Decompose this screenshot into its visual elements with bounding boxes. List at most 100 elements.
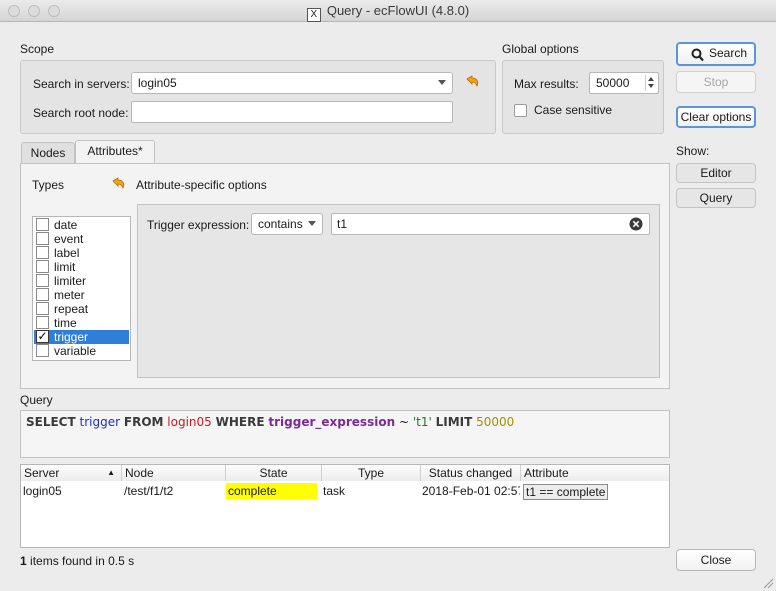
show-query-button[interactable]: Query bbox=[676, 188, 756, 208]
resize-grip-icon[interactable] bbox=[762, 577, 774, 589]
cell-type[interactable]: task bbox=[321, 483, 420, 499]
trigger-match-mode-value: contains bbox=[258, 217, 303, 231]
tab-nodes[interactable]: Nodes bbox=[21, 142, 75, 164]
chevron-down-icon[interactable] bbox=[648, 84, 654, 88]
query-server: login05 bbox=[167, 415, 212, 429]
type-checkbox[interactable] bbox=[36, 344, 49, 357]
query-kw-select: SELECT bbox=[26, 415, 76, 429]
list-item[interactable]: variable bbox=[34, 344, 129, 358]
trigger-expression-value: t1 bbox=[337, 217, 348, 231]
results-table[interactable]: Server ▲ Node State Type Status changed … bbox=[20, 464, 670, 548]
attribute-value: t1 == complete bbox=[523, 484, 609, 500]
chevron-down-icon bbox=[308, 221, 316, 226]
search-button-label: Search bbox=[709, 46, 748, 60]
search-root-node-input[interactable] bbox=[131, 101, 453, 123]
type-checkbox[interactable] bbox=[36, 288, 49, 301]
search-button[interactable]: Search bbox=[676, 42, 756, 66]
column-header-server[interactable]: Server ▲ bbox=[21, 465, 122, 481]
status-count: 1 bbox=[20, 554, 27, 568]
show-editor-button[interactable]: Editor bbox=[676, 163, 756, 183]
query-kw-limit: LIMIT bbox=[435, 415, 473, 429]
type-label: time bbox=[54, 316, 77, 330]
trigger-match-mode-combobox[interactable]: contains bbox=[251, 213, 323, 235]
attribute-options-label: Attribute-specific options bbox=[136, 178, 267, 192]
column-header-state[interactable]: State bbox=[226, 465, 322, 481]
status-bar: 1 items found in 0.5 s bbox=[20, 554, 134, 568]
tab-nodes-label: Nodes bbox=[30, 146, 66, 160]
type-checkbox[interactable] bbox=[36, 218, 49, 231]
stop-button[interactable]: Stop bbox=[676, 71, 756, 93]
list-item-selected[interactable]: ✓ trigger bbox=[34, 330, 129, 344]
trigger-expression-input[interactable]: t1 bbox=[331, 213, 650, 235]
query-kw-from: FROM bbox=[123, 415, 164, 429]
list-item[interactable]: repeat bbox=[34, 302, 129, 316]
case-sensitive-label: Case sensitive bbox=[534, 103, 613, 117]
search-root-node-label: Search root node: bbox=[33, 106, 129, 120]
column-header-label: Type bbox=[357, 466, 384, 480]
clear-options-button[interactable]: Clear options bbox=[676, 106, 756, 128]
title-bar: X Query - ecFlowUI (4.8.0) bbox=[0, 0, 776, 22]
servers-combobox[interactable]: login05 bbox=[131, 72, 453, 94]
tab-attributes[interactable]: Attributes* bbox=[75, 140, 155, 164]
scope-group: Search in servers: login05 Search root n… bbox=[20, 60, 496, 134]
types-list[interactable]: date event label limit limiter meter rep… bbox=[32, 216, 131, 361]
clear-text-icon[interactable] bbox=[629, 217, 643, 231]
stop-button-label: Stop bbox=[703, 75, 729, 89]
query-text: SELECT trigger FROM login05 WHERE trigge… bbox=[26, 415, 514, 429]
show-label: Show: bbox=[676, 144, 710, 158]
type-checkbox[interactable] bbox=[36, 316, 49, 329]
cell-node[interactable]: /test/f1/t2 bbox=[124, 483, 224, 499]
list-item[interactable]: event bbox=[34, 232, 129, 246]
column-header-label: State bbox=[259, 466, 288, 480]
type-checkbox[interactable] bbox=[36, 260, 49, 273]
type-checkbox[interactable] bbox=[36, 232, 49, 245]
query-title: Query bbox=[20, 393, 53, 407]
column-header-label: Attribute bbox=[524, 466, 569, 480]
query-limit-value: 50000 bbox=[476, 415, 515, 429]
type-checkbox[interactable] bbox=[36, 274, 49, 287]
case-sensitive-checkbox[interactable] bbox=[514, 104, 527, 117]
sort-ascending-icon: ▲ bbox=[107, 468, 115, 477]
chevron-up-icon[interactable] bbox=[648, 77, 654, 81]
reset-types-icon[interactable] bbox=[109, 176, 127, 192]
global-options-group: Max results: 50000 Case sensitive bbox=[502, 60, 664, 134]
reset-servers-icon[interactable] bbox=[463, 74, 481, 90]
query-kw-where: WHERE bbox=[215, 415, 265, 429]
type-label: trigger bbox=[54, 330, 89, 344]
type-label: label bbox=[54, 246, 80, 260]
max-results-label: Max results: bbox=[514, 77, 579, 91]
list-item[interactable]: date bbox=[34, 218, 129, 232]
list-item[interactable]: limiter bbox=[34, 274, 129, 288]
type-checkbox[interactable] bbox=[36, 302, 49, 315]
type-checkbox[interactable] bbox=[36, 246, 49, 259]
column-header-label: Node bbox=[125, 466, 154, 480]
query-text-box[interactable]: SELECT trigger FROM login05 WHERE trigge… bbox=[20, 410, 670, 458]
checkmark-icon[interactable]: ✓ bbox=[36, 330, 49, 343]
list-item[interactable]: meter bbox=[34, 288, 129, 302]
global-options-title: Global options bbox=[502, 42, 579, 56]
query-operator: ~ bbox=[398, 415, 409, 429]
clear-options-button-label: Clear options bbox=[680, 110, 752, 124]
list-item[interactable]: time bbox=[34, 316, 129, 330]
column-header-label: Status changed bbox=[428, 466, 513, 480]
cell-state[interactable]: complete bbox=[226, 483, 317, 499]
column-header-type[interactable]: Type bbox=[322, 465, 421, 481]
query-what: trigger bbox=[79, 415, 121, 429]
cell-server[interactable]: login05 bbox=[21, 483, 121, 499]
spinbox-arrows[interactable] bbox=[645, 75, 656, 91]
max-results-spinbox[interactable]: 50000 bbox=[589, 72, 659, 94]
column-header-node[interactable]: Node bbox=[122, 465, 226, 481]
x11-app-icon: X bbox=[306, 8, 321, 22]
column-header-status-changed[interactable]: Status changed bbox=[421, 465, 521, 481]
query-field: trigger_expression bbox=[268, 415, 396, 429]
cell-status-changed[interactable]: 2018-Feb-01 02:57 bbox=[420, 483, 520, 499]
list-item[interactable]: label bbox=[34, 246, 129, 260]
close-button[interactable]: Close bbox=[676, 549, 756, 571]
column-header-attribute[interactable]: Attribute bbox=[521, 465, 669, 481]
cell-attribute[interactable]: t1 == complete bbox=[521, 484, 669, 500]
trigger-expression-label: Trigger expression: bbox=[147, 218, 250, 232]
servers-combobox-value: login05 bbox=[138, 76, 177, 90]
show-editor-button-label: Editor bbox=[700, 166, 732, 180]
tab-attributes-label: Attributes* bbox=[87, 144, 143, 158]
list-item[interactable]: limit bbox=[34, 260, 129, 274]
